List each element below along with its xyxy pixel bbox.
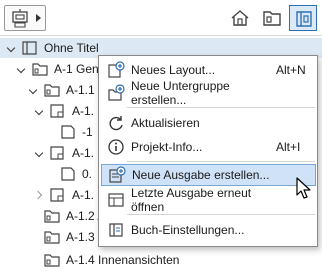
subset-folder-icon <box>44 231 60 244</box>
tree-item[interactable]: A-1.2 A <box>28 206 105 226</box>
toolbar <box>0 0 322 36</box>
tree-item[interactable]: A-1. <box>34 185 94 205</box>
tree-item-label: A-1 Gen <box>54 62 99 76</box>
tree-item[interactable]: A-1.4 Innenansichten <box>28 250 179 270</box>
expand-chevron-icon[interactable] <box>34 105 46 117</box>
tree-root-label: Ohne Titel <box>44 41 99 55</box>
menu-separator <box>127 161 315 162</box>
layout-icon <box>50 104 64 118</box>
drawing-icon <box>61 167 75 181</box>
menu-item-new-subset[interactable]: Neue Untergruppe erstellen... <box>101 79 316 107</box>
tree-item[interactable]: A-1.1 G <box>28 80 107 100</box>
menu-item-new-layout[interactable]: Neues Layout... Alt+N <box>101 59 316 81</box>
tree-item-label: A-1. <box>72 104 95 118</box>
menu-separator <box>127 107 315 108</box>
mouse-cursor-icon <box>296 177 311 199</box>
house-icon <box>231 10 249 26</box>
reopen-issue-icon <box>108 193 124 207</box>
context-menu: Neues Layout... Alt+N Neue Untergruppe e… <box>98 55 318 247</box>
tree-item[interactable]: -1 <box>44 122 93 142</box>
subset-folder-icon <box>32 63 48 76</box>
menu-item-shortcut: Alt+I <box>276 140 301 154</box>
dropdown-arrow-icon <box>36 14 41 22</box>
info-icon <box>108 139 124 155</box>
book-settings-icon <box>109 223 123 237</box>
layout-book-icon <box>296 11 312 27</box>
tree-item[interactable]: 0. <box>44 164 92 184</box>
collapsed-chevron-icon[interactable] <box>34 189 46 201</box>
menu-item-label: Neue Untergruppe erstellen... <box>131 79 230 107</box>
publisher-set-icon <box>12 9 28 28</box>
menu-item-label: Letzte Ausgabe erneut öffnen <box>131 186 252 214</box>
subset-folder-icon <box>44 210 60 223</box>
publisher-set-dropdown[interactable] <box>4 5 46 31</box>
tree-item-label: 0. <box>82 167 93 181</box>
layout-icon <box>50 188 64 202</box>
menu-item-label: Neue Ausgabe erstellen... <box>132 168 270 182</box>
tree-item[interactable]: A-1. <box>34 143 94 163</box>
project-map-tab[interactable] <box>226 5 254 31</box>
tree-item-label: A-1.4 Innenansichten <box>66 253 180 267</box>
new-layout-icon <box>108 61 125 78</box>
layout-icon <box>50 146 64 160</box>
new-subset-icon <box>108 84 125 101</box>
tree-item-label: -1 <box>82 125 93 139</box>
subset-folder-icon <box>44 84 60 97</box>
menu-item-book-settings[interactable]: Buch-Einstellungen... <box>101 219 316 241</box>
menu-item-label: Neues Layout... <box>131 63 216 77</box>
tree-item-label: A-1. <box>72 146 95 160</box>
menu-separator <box>127 214 315 215</box>
layout-book-tab[interactable] <box>289 5 317 31</box>
expand-chevron-icon[interactable] <box>16 63 28 75</box>
menu-item-reopen-last-issue[interactable]: Letzte Ausgabe erneut öffnen <box>101 186 316 214</box>
tree-item[interactable]: A-1. <box>34 101 94 121</box>
menu-item-refresh[interactable]: Aktualisieren <box>101 112 316 134</box>
subset-folder-icon <box>44 254 60 267</box>
new-issue-icon <box>109 166 126 183</box>
menu-item-label: Projekt-Info... <box>131 140 203 154</box>
menu-item-project-info[interactable]: Projekt-Info... Alt+I <box>101 136 316 158</box>
menu-item-new-issue[interactable]: Neue Ausgabe erstellen... <box>101 164 316 186</box>
expand-chevron-icon[interactable] <box>28 84 40 96</box>
book-icon <box>22 41 37 55</box>
expand-chevron-icon[interactable] <box>6 42 18 54</box>
tree-item-label: A-1. <box>72 188 95 202</box>
menu-item-shortcut: Alt+N <box>276 63 306 77</box>
menu-item-label: Buch-Einstellungen... <box>131 223 245 237</box>
refresh-icon <box>109 116 123 131</box>
menu-item-label: Aktualisieren <box>131 116 200 130</box>
tree-item[interactable]: A-1 Gen <box>16 59 99 79</box>
view-map-tab[interactable] <box>258 5 286 31</box>
folder-view-icon <box>263 11 281 26</box>
expand-chevron-icon[interactable] <box>34 147 46 159</box>
drawing-icon <box>61 125 75 139</box>
